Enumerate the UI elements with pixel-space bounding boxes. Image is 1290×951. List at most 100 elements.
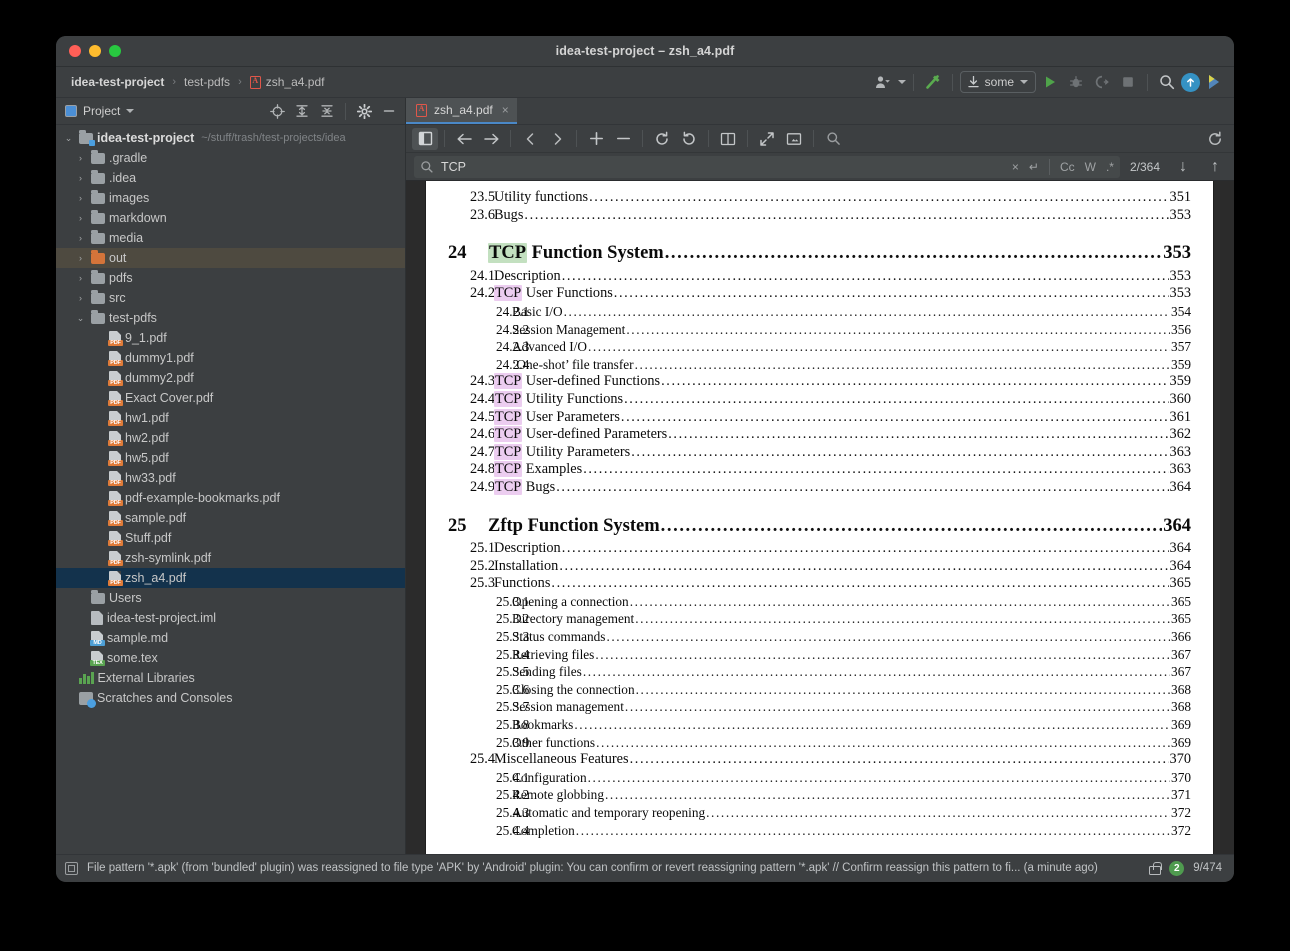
- toc-entry[interactable]: 24.9 TCP Bugs............................…: [448, 478, 1191, 497]
- chevron-right-icon[interactable]: ›: [74, 233, 87, 243]
- toc-entry[interactable]: 24.7 TCP Utility Parameters..............…: [448, 443, 1191, 462]
- ai-assistant-icon[interactable]: [1202, 71, 1226, 93]
- chevron-right-icon[interactable]: ›: [74, 253, 87, 263]
- pdf-viewport[interactable]: 23.5 Utility functions...................…: [406, 181, 1234, 854]
- project-tree[interactable]: ⌄ idea-test-project ~/stuff/trash/test-pro…: [56, 125, 405, 854]
- match-case-toggle[interactable]: Cc: [1060, 160, 1075, 174]
- tree-node-src[interactable]: › src: [56, 288, 405, 308]
- build-hammer-icon[interactable]: [921, 71, 945, 93]
- back-icon[interactable]: [451, 128, 477, 150]
- tree-node-stuff-pdf[interactable]: PDF Stuff.pdf: [56, 528, 405, 548]
- user-icon[interactable]: [872, 71, 896, 93]
- toc-entry[interactable]: 24.3 TCP User-defined Functions..........…: [448, 373, 1191, 391]
- close-window-button[interactable]: [69, 45, 81, 57]
- new-line-icon[interactable]: ↵: [1029, 160, 1039, 174]
- toc-entry[interactable]: 25.4 Miscellaneous Features..............…: [448, 751, 1191, 769]
- tree-node-sample-md[interactable]: MD sample.md: [56, 628, 405, 648]
- settings-gear-icon[interactable]: [352, 100, 376, 122]
- tree-node-zsh-symlink-pdf[interactable]: PDF zsh-symlink.pdf: [56, 548, 405, 568]
- chevron-down-icon[interactable]: [126, 109, 135, 113]
- previous-page-icon[interactable]: [517, 128, 543, 150]
- tree-node-idea-test-project[interactable]: ⌄ idea-test-project ~/stuff/trash/test-pro…: [56, 128, 405, 148]
- toc-entry[interactable]: 24.2.1 Basic I/O.........................…: [448, 303, 1191, 321]
- next-page-icon[interactable]: [544, 128, 570, 150]
- chevron-down-icon[interactable]: ⌄: [74, 313, 87, 324]
- tree-node-zsh-a4-pdf[interactable]: PDF zsh_a4.pdf: [56, 568, 405, 588]
- clear-search-icon[interactable]: ×: [1012, 160, 1019, 174]
- toc-entry[interactable]: 25.1 Description.........................…: [448, 540, 1191, 558]
- run-configuration-selector[interactable]: some: [959, 71, 1036, 93]
- search-icon[interactable]: [1155, 71, 1179, 93]
- toc-entry[interactable]: 25.3.2 Directory management..............…: [448, 610, 1191, 628]
- tree-node-media[interactable]: › media: [56, 228, 405, 248]
- toc-entry[interactable]: 25.4.2 Remote globbing...................…: [448, 786, 1191, 804]
- tree-node-some-tex[interactable]: TEX some.tex: [56, 648, 405, 668]
- tree-node-dummy2-pdf[interactable]: PDF dummy2.pdf: [56, 368, 405, 388]
- toc-entry[interactable]: 25.4.3 Automatic and temporary reopening.…: [448, 804, 1191, 822]
- toc-entry[interactable]: 24.2.3 Advanced I/O......................…: [448, 338, 1191, 356]
- toc-entry[interactable]: 25.3.6 Closing the connection............…: [448, 681, 1191, 699]
- regex-toggle[interactable]: .*: [1106, 160, 1114, 174]
- chevron-right-icon[interactable]: ›: [74, 173, 87, 183]
- toc-entry[interactable]: 25.3.8 Bookmarks.........................…: [448, 716, 1191, 734]
- tree-node-hw2-pdf[interactable]: PDF hw2.pdf: [56, 428, 405, 448]
- toc-entry[interactable]: 24 TCP Function System...................…: [448, 243, 1191, 264]
- toc-entry[interactable]: 25.2 Installation........................…: [448, 558, 1191, 576]
- search-input[interactable]: TCP × ↵ Cc W .*: [414, 155, 1120, 178]
- zoom-out-icon[interactable]: [610, 128, 636, 150]
- toc-entry[interactable]: 25 Zftp Function System..................…: [448, 516, 1191, 536]
- tree-node-test-pdfs[interactable]: ⌄ test-pdfs: [56, 308, 405, 328]
- toc-entry[interactable]: 23.6 Bugs................................…: [448, 207, 1191, 225]
- next-match-icon[interactable]: ↓: [1170, 156, 1196, 178]
- update-arrow-icon[interactable]: [1181, 72, 1200, 92]
- toc-entry[interactable]: 25.3 Functions...........................…: [448, 575, 1191, 593]
- chevron-right-icon[interactable]: ›: [74, 293, 87, 303]
- tree-node-pdf-example-bookmarks-pdf[interactable]: PDF pdf-example-bookmarks.pdf: [56, 488, 405, 508]
- tree-node-images[interactable]: › images: [56, 188, 405, 208]
- memory-indicator[interactable]: 9/474: [1193, 862, 1222, 874]
- tree-node-9-1-pdf[interactable]: PDF 9_1.pdf: [56, 328, 405, 348]
- toc-entry[interactable]: 24.6 TCP User-defined Parameters.........…: [448, 426, 1191, 444]
- zoom-in-icon[interactable]: [583, 128, 609, 150]
- tab-zsh-a4-pdf[interactable]: zsh_a4.pdf ×: [406, 98, 517, 124]
- toc-entry[interactable]: 24.1 Description.........................…: [448, 268, 1191, 286]
- hide-panel-icon[interactable]: [377, 100, 401, 122]
- debug-icon[interactable]: [1064, 71, 1088, 93]
- breadcrumb-item-file[interactable]: zsh_a4.pdf: [245, 73, 330, 91]
- unlocked-icon[interactable]: [1148, 861, 1163, 875]
- toc-entry[interactable]: 24.2.4 ‘One-shot’ file transfer..........…: [448, 356, 1191, 374]
- status-message[interactable]: File pattern '*.apk' (from 'bundled' plu…: [87, 862, 1139, 874]
- breadcrumb-item-project[interactable]: idea-test-project: [66, 73, 169, 91]
- rotate-counterclockwise-icon[interactable]: [676, 128, 702, 150]
- breadcrumb-item-folder[interactable]: test-pdfs: [179, 73, 235, 91]
- collapse-all-icon[interactable]: [315, 100, 339, 122]
- toc-entry[interactable]: 24.2.2 Session Management................…: [448, 321, 1191, 339]
- previous-match-icon[interactable]: ↑: [1202, 156, 1228, 178]
- tree-node-external-libraries[interactable]: External Libraries: [56, 668, 405, 688]
- window-controls[interactable]: [56, 45, 121, 57]
- toc-entry[interactable]: 24.8 TCP Examples........................…: [448, 461, 1191, 479]
- toggle-tool-windows-icon[interactable]: [65, 861, 78, 875]
- tree-node-scratches-and-consoles[interactable]: Scratches and Consoles: [56, 688, 405, 708]
- search-query[interactable]: TCP: [441, 160, 1005, 174]
- rotate-clockwise-icon[interactable]: [649, 128, 675, 150]
- tree-node-gradle[interactable]: › .gradle: [56, 148, 405, 168]
- toc-entry[interactable]: 24.2 TCP User Functions..................…: [448, 285, 1191, 303]
- toc-entry[interactable]: 25.3.3 Status commands...................…: [448, 628, 1191, 646]
- project-panel-title-group[interactable]: Project: [65, 104, 135, 118]
- forward-icon[interactable]: [478, 128, 504, 150]
- chevron-down-icon[interactable]: ⌄: [62, 133, 75, 144]
- toc-entry[interactable]: 23.5 Utility functions...................…: [448, 189, 1191, 207]
- tree-node-hw5-pdf[interactable]: PDF hw5.pdf: [56, 448, 405, 468]
- chevron-down-icon[interactable]: [897, 80, 906, 84]
- tree-node-idea-test-project-iml[interactable]: idea-test-project.iml: [56, 608, 405, 628]
- chevron-right-icon[interactable]: ›: [74, 273, 87, 283]
- toc-entry[interactable]: 25.3.5 Sending files.....................…: [448, 663, 1191, 681]
- tree-node-idea[interactable]: › .idea: [56, 168, 405, 188]
- sync-icon[interactable]: [1202, 128, 1228, 150]
- toc-entry[interactable]: 25.4.4 Completion........................…: [448, 822, 1191, 840]
- fit-page-icon[interactable]: [754, 128, 780, 150]
- coverage-icon[interactable]: [1090, 71, 1114, 93]
- tree-node-markdown[interactable]: › markdown: [56, 208, 405, 228]
- tree-node-hw33-pdf[interactable]: PDF hw33.pdf: [56, 468, 405, 488]
